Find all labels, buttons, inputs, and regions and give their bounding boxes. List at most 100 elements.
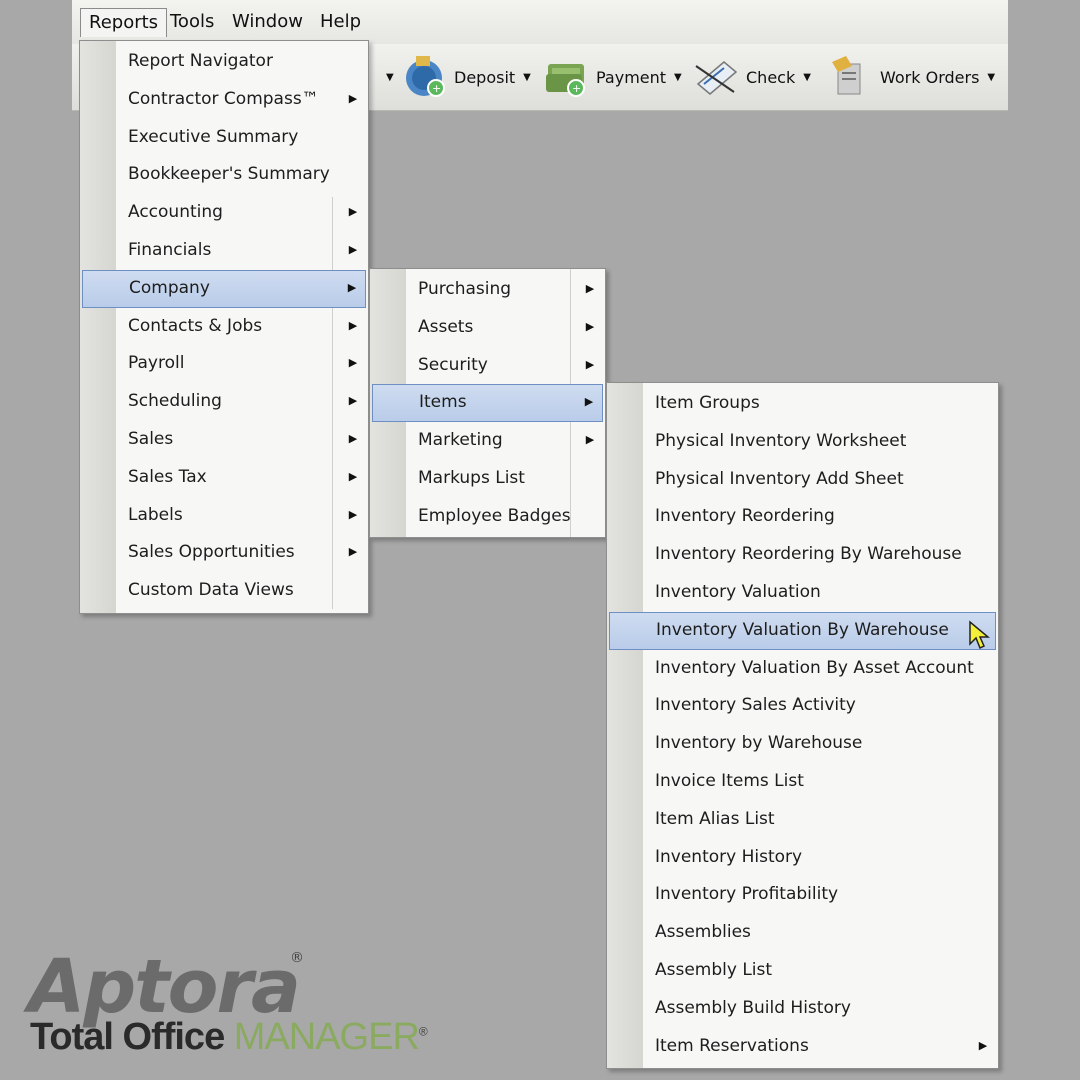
- items-item-inventory-valuation-by-asset-account[interactable]: Inventory Valuation By Asset Account: [609, 650, 996, 686]
- submenu-arrow-icon: ▶: [348, 356, 358, 370]
- payment-icon: +: [544, 54, 590, 100]
- reports-item-sales-opportunities[interactable]: Sales Opportunities ▶: [82, 534, 366, 570]
- deposit-label: Deposit: [454, 67, 516, 87]
- menu-item-label: Marketing: [418, 430, 503, 451]
- menu-item-label: Custom Data Views: [128, 580, 294, 601]
- reports-item-company[interactable]: Company ▶: [82, 269, 366, 308]
- submenu-arrow-icon: ▶: [348, 243, 358, 256]
- items-item-item-groups[interactable]: Item Groups: [609, 385, 996, 421]
- submenu-arrow-icon: ▶: [348, 91, 358, 105]
- deposit-button[interactable]: + Deposit ▼: [402, 50, 531, 104]
- items-item-item-alias-list[interactable]: Item Alias List: [609, 801, 996, 837]
- payment-label: Payment: [596, 67, 667, 87]
- work-orders-button[interactable]: Work Orders ▼: [828, 50, 995, 104]
- menu-item-label: Sales Tax: [128, 466, 207, 487]
- menu-tools[interactable]: Tools: [162, 8, 222, 36]
- menu-item-label: Security: [418, 354, 488, 375]
- reports-item-labels[interactable]: Labels ▶: [82, 497, 366, 533]
- menu-help[interactable]: Help: [312, 8, 369, 36]
- items-item-inventory-valuation[interactable]: Inventory Valuation: [609, 574, 996, 610]
- menu-item-label: Labels: [128, 504, 183, 525]
- items-item-inventory-sales-activity[interactable]: Inventory Sales Activity: [609, 687, 996, 723]
- items-item-physical-inventory-worksheet[interactable]: Physical Inventory Worksheet: [609, 423, 996, 459]
- submenu-arrow-icon: ▶: [348, 545, 358, 559]
- reports-item-bookkeeper-s-summary[interactable]: Bookkeeper's Summary: [82, 156, 366, 192]
- submenu-arrow-icon: ▶: [348, 469, 358, 483]
- reports-item-contractor-compass[interactable]: Contractor Compass™ ▶: [82, 81, 366, 117]
- reports-item-executive-summary[interactable]: Executive Summary: [82, 119, 366, 155]
- menu-item-label: Bookkeeper's Summary: [128, 164, 330, 185]
- toolbar-prev-dropdown[interactable]: ▼: [378, 50, 394, 104]
- menu-window[interactable]: Window: [224, 8, 311, 36]
- items-item-physical-inventory-add-sheet[interactable]: Physical Inventory Add Sheet: [609, 461, 996, 497]
- menu-item-label: Employee Badges: [418, 505, 571, 526]
- reports-item-financials[interactable]: Financials ▶: [82, 232, 366, 268]
- items-item-inventory-valuation-by-warehouse[interactable]: Inventory Valuation By Warehouse: [609, 611, 996, 650]
- menu-item-label: Company: [129, 277, 210, 298]
- submenu-arrow-icon: ▶: [584, 395, 594, 409]
- company-item-items[interactable]: Items ▶: [372, 384, 603, 423]
- menu-item-label: Report Navigator: [128, 51, 273, 71]
- menu-item-label: Invoice Items List: [655, 771, 804, 791]
- reports-item-contacts-jobs[interactable]: Contacts & Jobs ▶: [82, 308, 366, 344]
- company-item-purchasing[interactable]: Purchasing ▶: [372, 271, 603, 307]
- dropdown-arrow-icon: ▼: [803, 71, 811, 83]
- company-item-employee-badges[interactable]: Employee Badges: [372, 498, 603, 534]
- check-label: Check: [746, 67, 796, 87]
- items-item-invoice-items-list[interactable]: Invoice Items List: [609, 763, 996, 799]
- items-item-assemblies[interactable]: Assemblies: [609, 914, 996, 950]
- menu-item-label: Financials: [128, 240, 212, 260]
- menu-reports[interactable]: Reports: [80, 8, 168, 37]
- logo-product-suffix: MANAGER: [233, 1016, 420, 1058]
- menu-item-label: Contacts & Jobs: [128, 315, 263, 336]
- menu-bar: Reports Tools Window Help: [72, 0, 1008, 45]
- menu-item-label: Assets: [418, 316, 474, 337]
- company-item-marketing[interactable]: Marketing ▶: [372, 422, 603, 458]
- deposit-icon: +: [402, 54, 448, 100]
- menu-item-label: Contractor Compass™: [128, 88, 319, 109]
- items-item-inventory-reordering[interactable]: Inventory Reordering: [609, 498, 996, 534]
- menu-item-label: Sales: [128, 429, 174, 449]
- items-item-assembly-build-history[interactable]: Assembly Build History: [609, 990, 996, 1026]
- menu-item-label: Items: [419, 392, 467, 413]
- submenu-arrow-icon: ▶: [348, 507, 358, 521]
- menu-item-label: Inventory by Warehouse: [655, 733, 863, 754]
- dropdown-arrow-icon: ▼: [523, 71, 531, 83]
- reports-item-payroll[interactable]: Payroll ▶: [82, 345, 366, 381]
- menu-item-label: Inventory Valuation By Warehouse: [656, 619, 949, 640]
- reports-item-sales[interactable]: Sales ▶: [82, 421, 366, 457]
- reports-dropdown-menu: Report Navigator Contractor Compass™ ▶ Exec…: [79, 40, 369, 614]
- company-item-assets[interactable]: Assets ▶: [372, 309, 603, 345]
- submenu-arrow-icon: ▶: [348, 205, 358, 219]
- check-button[interactable]: Check ▼: [694, 50, 811, 104]
- menu-item-label: Executive Summary: [128, 126, 299, 147]
- submenu-arrow-icon: ▶: [348, 432, 358, 445]
- dropdown-arrow-icon: ▼: [987, 71, 996, 83]
- menu-item-label: Accounting: [128, 202, 223, 223]
- menu-item-label: Inventory Profitability: [655, 884, 839, 905]
- background-left: [0, 0, 70, 1080]
- items-item-assembly-list[interactable]: Assembly List: [609, 952, 996, 988]
- items-item-item-reservations[interactable]: Item Reservations ▶: [609, 1028, 996, 1064]
- menu-item-label: Assembly List: [655, 960, 773, 980]
- svg-text:+: +: [572, 82, 581, 95]
- company-item-security[interactable]: Security ▶: [372, 347, 603, 383]
- items-item-inventory-by-warehouse[interactable]: Inventory by Warehouse: [609, 725, 996, 761]
- menu-item-label: Assembly Build History: [655, 997, 851, 1018]
- payment-button[interactable]: + Payment ▼: [544, 50, 682, 104]
- items-item-inventory-profitability[interactable]: Inventory Profitability: [609, 876, 996, 912]
- reports-item-custom-data-views[interactable]: Custom Data Views: [82, 572, 366, 608]
- submenu-arrow-icon: ▶: [347, 280, 357, 294]
- company-item-markups-list[interactable]: Markups List: [372, 460, 603, 496]
- menu-item-label: Inventory History: [655, 846, 803, 867]
- reports-item-report-navigator[interactable]: Report Navigator: [82, 43, 366, 79]
- reports-item-scheduling[interactable]: Scheduling ▶: [82, 383, 366, 419]
- check-icon: [694, 54, 740, 100]
- menu-item-label: Inventory Sales Activity: [655, 695, 856, 716]
- reports-item-accounting[interactable]: Accounting ▶: [82, 194, 366, 230]
- items-item-inventory-reordering-by-warehouse[interactable]: Inventory Reordering By Warehouse: [609, 536, 996, 572]
- menu-item-label: Purchasing: [418, 279, 512, 299]
- items-item-inventory-history[interactable]: Inventory History: [609, 839, 996, 875]
- svg-text:+: +: [432, 82, 441, 95]
- reports-item-sales-tax[interactable]: Sales Tax ▶: [82, 459, 366, 495]
